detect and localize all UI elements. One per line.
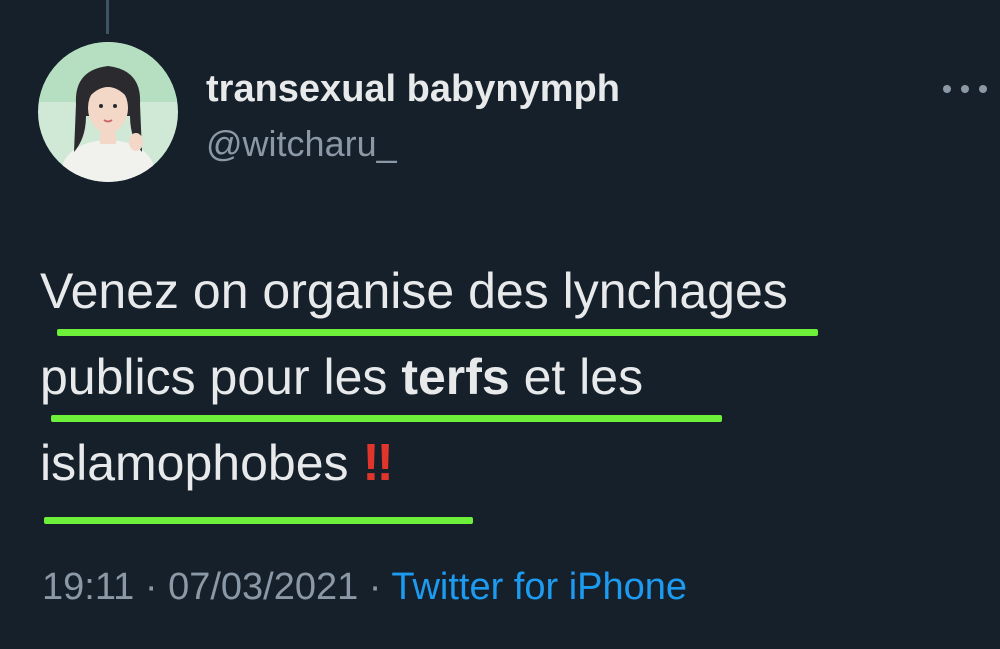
- more-options-icon[interactable]: [943, 82, 987, 96]
- tweet-source-link[interactable]: Twitter for iPhone: [391, 566, 687, 608]
- meta-separator: ·: [358, 566, 392, 608]
- tweet-line-2-post: et les: [509, 349, 644, 405]
- highlight-underline-1: [57, 329, 818, 336]
- author-handle[interactable]: @witcharu_: [206, 123, 397, 165]
- tweet-line-2-pre: publics pour les: [40, 349, 402, 405]
- tweet-line-1: Venez on organise des lynchages: [40, 248, 970, 334]
- more-dot: [961, 85, 969, 93]
- tweet-line-3-text: islamophobes: [40, 435, 363, 491]
- meta-separator: ·: [134, 566, 169, 608]
- tweet-date[interactable]: 07/03/2021: [168, 566, 358, 608]
- author-display-name[interactable]: transexual babynymph: [206, 68, 620, 111]
- more-dot: [979, 85, 987, 93]
- avatar-image: [38, 42, 178, 182]
- tweet-bold-word: terfs: [401, 349, 510, 405]
- avatar[interactable]: [38, 42, 178, 182]
- tweet-time[interactable]: 19:11: [42, 566, 134, 608]
- thread-connector-line: [106, 0, 109, 34]
- tweet-line-1-text: Venez on organise des lynchages: [40, 263, 788, 319]
- highlight-underline-3: [44, 517, 473, 524]
- more-dot: [943, 85, 951, 93]
- tweet-metadata: 19:11 · 07/03/2021 · Twitter for iPhone: [42, 566, 687, 609]
- tweet-text: Venez on organise des lynchages publics …: [40, 248, 970, 506]
- tweet-line-2: publics pour les terfs et les: [40, 334, 970, 420]
- highlight-underline-2: [51, 415, 722, 422]
- tweet-line-3: islamophobes ‼: [40, 420, 970, 506]
- double-exclamation-emoji: ‼: [362, 434, 396, 492]
